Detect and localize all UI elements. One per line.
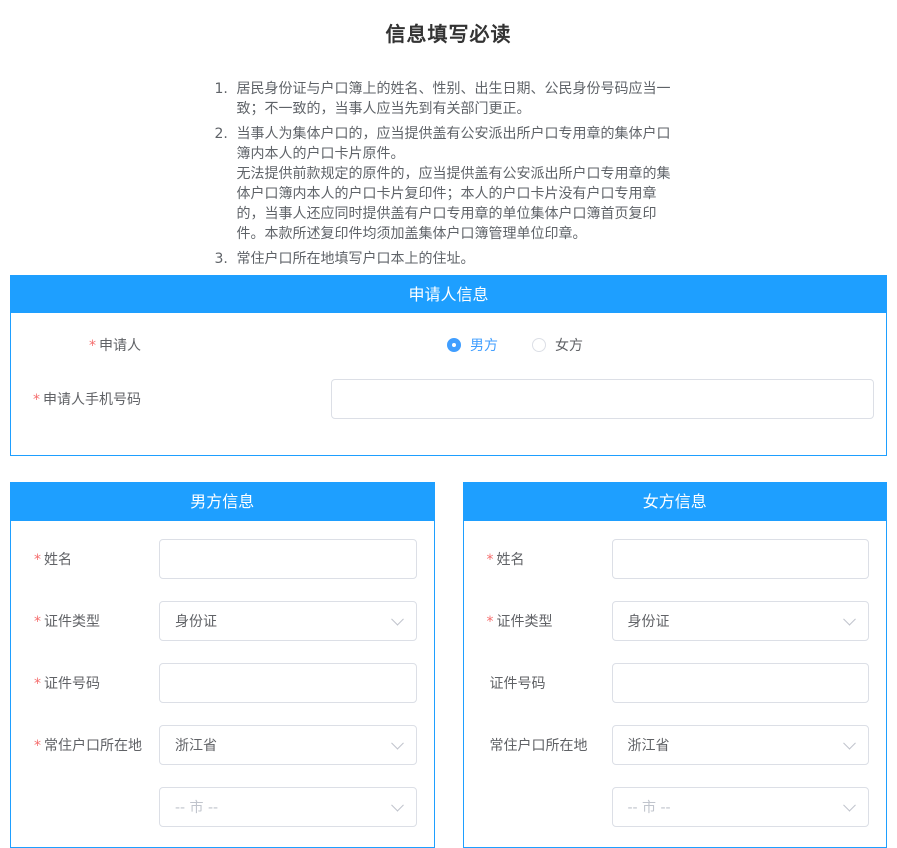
required-asterisk: * — [34, 676, 41, 692]
radio-male[interactable]: 男方 — [447, 335, 498, 355]
required-asterisk: * — [487, 552, 494, 568]
male-city-row: -- 市 -- — [23, 787, 417, 827]
female-id-number-row: 证件号码 — [476, 663, 870, 703]
notice-item-2: 2. 当事人为集体户口的，应当提供盖有公安派出所户口专用章的集体户口簿内本人的户… — [215, 124, 683, 244]
required-asterisk: * — [34, 552, 41, 568]
male-province-select[interactable]: 浙江省 — [159, 725, 417, 765]
female-name-row: *姓名 — [476, 539, 870, 579]
phone-input[interactable] — [331, 379, 874, 419]
male-id-number-row: *证件号码 — [23, 663, 417, 703]
male-id-type-label: *证件类型 — [23, 611, 159, 631]
female-name-input[interactable] — [612, 539, 870, 579]
male-residence-row: *常住户口所在地 浙江省 — [23, 725, 417, 765]
notice-item-number: 2. — [215, 124, 237, 244]
phone-row: *申请人手机号码 — [11, 379, 874, 419]
female-city-select[interactable]: -- 市 -- — [612, 787, 870, 827]
party-panels: 男方信息 *姓名 *证件类型 身份证 — [10, 482, 887, 848]
female-panel-header: 女方信息 — [464, 483, 887, 521]
required-asterisk: * — [34, 738, 41, 754]
female-id-type-label: *证件类型 — [476, 611, 612, 631]
radio-male-label: 男方 — [470, 335, 498, 355]
required-asterisk: * — [33, 392, 40, 408]
female-residence-label: 常住户口所在地 — [476, 735, 612, 755]
required-asterisk: * — [487, 614, 494, 630]
female-name-label: *姓名 — [476, 549, 612, 569]
female-id-type-select[interactable]: 身份证 — [612, 601, 870, 641]
radio-circle-icon — [447, 338, 461, 352]
page-title: 信息填写必读 — [0, 0, 897, 47]
applicant-label: *申请人 — [11, 335, 141, 355]
female-residence-row: 常住户口所在地 浙江省 — [476, 725, 870, 765]
male-id-type-row: *证件类型 身份证 — [23, 601, 417, 641]
notice-item-3: 3. 常住户口所在地填写户口本上的住址。 — [215, 249, 683, 269]
notice-item-text: 居民身份证与户口簿上的姓名、性别、出生日期、公民身份号码应当一致；不一致的，当事… — [237, 79, 683, 119]
male-id-number-input[interactable] — [159, 663, 417, 703]
required-asterisk: * — [34, 614, 41, 630]
male-id-number-label: *证件号码 — [23, 673, 159, 693]
radio-circle-icon — [532, 338, 546, 352]
male-id-type-select[interactable]: 身份证 — [159, 601, 417, 641]
applicant-row: *申请人 男方 女方 — [11, 327, 874, 363]
female-id-number-input[interactable] — [612, 663, 870, 703]
male-name-row: *姓名 — [23, 539, 417, 579]
required-asterisk: * — [89, 338, 96, 354]
male-name-label: *姓名 — [23, 549, 159, 569]
male-residence-label: *常住户口所在地 — [23, 735, 159, 755]
female-info-panel: 女方信息 *姓名 *证件类型 身份证 — [463, 482, 888, 848]
radio-female-label: 女方 — [555, 335, 583, 355]
notice-item-1: 1. 居民身份证与户口簿上的姓名、性别、出生日期、公民身份号码应当一致；不一致的… — [215, 79, 683, 119]
applicant-info-panel: 申请人信息 *申请人 男方 女方 *申 — [10, 275, 887, 456]
male-panel-header: 男方信息 — [11, 483, 434, 521]
applicant-panel-header: 申请人信息 — [11, 276, 886, 313]
male-city-select[interactable]: -- 市 -- — [159, 787, 417, 827]
female-city-row: -- 市 -- — [476, 787, 870, 827]
notice-item-number: 1. — [215, 79, 237, 119]
radio-female[interactable]: 女方 — [532, 335, 583, 355]
male-info-panel: 男方信息 *姓名 *证件类型 身份证 — [10, 482, 435, 848]
female-id-type-row: *证件类型 身份证 — [476, 601, 870, 641]
female-province-select[interactable]: 浙江省 — [612, 725, 870, 765]
notice-item-text: 当事人为集体户口的，应当提供盖有公安派出所户口专用章的集体户口簿内本人的户口卡片… — [237, 124, 683, 164]
female-id-number-label: 证件号码 — [476, 673, 612, 693]
notice-item-text: 常住户口所在地填写户口本上的住址。 — [237, 249, 683, 269]
phone-label: *申请人手机号码 — [11, 389, 141, 409]
notice-item-number: 3. — [215, 249, 237, 269]
male-name-input[interactable] — [159, 539, 417, 579]
notice-item-text: 无法提供前款规定的原件的，应当提供盖有公安派出所户口专用章的集体户口簿内本人的户… — [237, 164, 683, 244]
applicant-radio-group: 男方 女方 — [447, 335, 874, 355]
notice-list: 1. 居民身份证与户口簿上的姓名、性别、出生日期、公民身份号码应当一致；不一致的… — [215, 79, 683, 269]
